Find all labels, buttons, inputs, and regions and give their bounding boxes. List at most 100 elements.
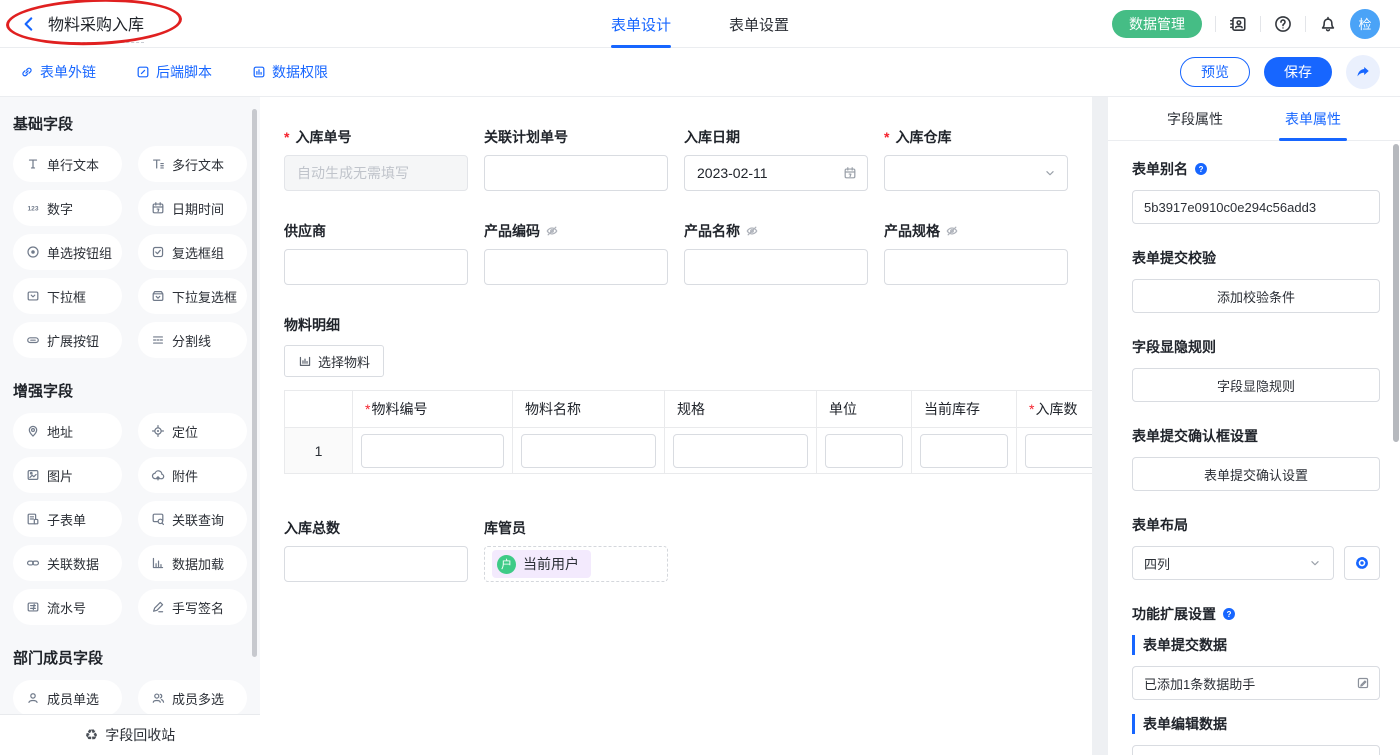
field-item-multi-text[interactable]: 多行文本 xyxy=(138,146,247,182)
save-button[interactable]: 保存 xyxy=(1264,57,1332,87)
tab-field-properties[interactable]: 字段属性 xyxy=(1167,97,1223,141)
cloud-upload-icon xyxy=(151,468,165,482)
current-user-tag[interactable]: 户 当前用户 xyxy=(492,550,591,578)
alias-label: 表单别名 xyxy=(1132,159,1188,179)
serial-number-icon xyxy=(26,600,40,614)
subform-icon xyxy=(26,512,40,526)
recycle-label: 字段回收站 xyxy=(105,725,175,745)
chevron-down-icon[interactable] xyxy=(1043,166,1057,180)
add-validation-button[interactable]: 添加校验条件 xyxy=(1132,279,1380,313)
field-item-lookup[interactable]: 关联查询 xyxy=(138,501,247,537)
submit-confirm-button[interactable]: 表单提交确认设置 xyxy=(1132,457,1380,491)
form-alias-input[interactable] xyxy=(1132,190,1380,224)
field-product-name[interactable]: 产品名称 xyxy=(684,221,868,285)
page-title[interactable]: 物料采购入库 xyxy=(48,11,144,43)
field-item-address[interactable]: 地址 xyxy=(13,413,122,449)
field-warehouse[interactable]: 入库仓库 xyxy=(884,127,1068,191)
field-item-member-multi[interactable]: 成员多选 xyxy=(138,680,247,716)
layout-select[interactable]: 四列 xyxy=(1132,546,1334,580)
warehouse-select[interactable] xyxy=(884,155,1068,191)
data-manage-button[interactable]: 数据管理 xyxy=(1112,10,1202,38)
product-name-input[interactable] xyxy=(684,249,868,285)
bell-icon[interactable] xyxy=(1319,15,1337,33)
field-item-checkbox-group[interactable]: 复选框组 xyxy=(138,234,247,270)
field-item-number[interactable]: 123数字 xyxy=(13,190,122,226)
submit-data-label: 表单提交数据 xyxy=(1132,635,1380,655)
field-item-attachment[interactable]: 附件 xyxy=(138,457,247,493)
inbound-date-input[interactable] xyxy=(684,155,868,191)
supplier-input[interactable] xyxy=(284,249,468,285)
field-item-serial[interactable]: 流水号 xyxy=(13,589,122,625)
tab-form-settings[interactable]: 表单设置 xyxy=(729,0,789,48)
layout-settings-button[interactable] xyxy=(1344,546,1380,580)
stock-cell-input[interactable] xyxy=(920,434,1008,468)
edit-data-label: 表单编辑数据 xyxy=(1132,714,1380,734)
material-no-cell-input[interactable] xyxy=(361,434,504,468)
spec-cell-input[interactable] xyxy=(673,434,808,468)
field-item-subform[interactable]: 子表单 xyxy=(13,501,122,537)
field-item-divider[interactable]: 分割线 xyxy=(138,322,247,358)
field-item-datetime[interactable]: 日期时间 xyxy=(138,190,247,226)
field-recycle-button[interactable]: ♻ 字段回收站 xyxy=(0,714,260,755)
external-link-button[interactable]: 表单外链 xyxy=(20,62,96,82)
visibility-rules-button[interactable]: 字段显隐规则 xyxy=(1132,368,1380,402)
calendar-icon[interactable] xyxy=(843,166,857,180)
field-warehouse-keeper[interactable]: 库管员 户 当前用户 xyxy=(484,518,668,582)
subtable-row: 1 xyxy=(285,428,1093,474)
sidebar-scrollbar[interactable] xyxy=(252,109,257,657)
product-code-input[interactable] xyxy=(484,249,668,285)
tab-form-properties[interactable]: 表单属性 xyxy=(1285,97,1341,141)
edit-icon[interactable] xyxy=(1356,676,1370,690)
field-total-qty[interactable]: 入库总数 xyxy=(284,518,468,582)
select-material-button[interactable]: 选择物料 xyxy=(284,345,384,377)
hidden-eye-icon xyxy=(945,224,959,238)
data-permission-button[interactable]: 数据权限 xyxy=(252,62,328,82)
plan-no-input[interactable] xyxy=(484,155,668,191)
share-button[interactable] xyxy=(1346,55,1380,89)
back-icon[interactable] xyxy=(20,15,38,33)
svg-text:?: ? xyxy=(1227,610,1232,619)
material-name-cell-input[interactable] xyxy=(521,434,656,468)
member-field-box[interactable]: 户 当前用户 xyxy=(484,546,668,582)
add-operation-button[interactable]: 添加操作 xyxy=(1132,745,1380,755)
field-product-code[interactable]: 产品编码 xyxy=(484,221,668,285)
tab-form-design[interactable]: 表单设计 xyxy=(611,0,671,48)
field-supplier[interactable]: 供应商 xyxy=(284,221,468,285)
validate-title: 表单提交校验 xyxy=(1132,248,1380,268)
form-design-canvas: 入库单号 关联计划单号 入库日期 入库仓库 xyxy=(260,97,1092,755)
data-assistant-box[interactable]: 已添加1条数据助手 xyxy=(1132,666,1380,700)
inbound-qty-cell-input[interactable] xyxy=(1025,434,1092,468)
text-icon xyxy=(26,157,40,171)
total-qty-input[interactable] xyxy=(284,546,468,582)
field-item-multiselect[interactable]: 下拉复选框 xyxy=(138,278,247,314)
inbound-no-input[interactable] xyxy=(284,155,468,191)
field-item-member-single[interactable]: 成员单选 xyxy=(13,680,122,716)
contact-book-icon[interactable] xyxy=(1229,15,1247,33)
avatar[interactable]: 检 xyxy=(1350,9,1380,39)
field-item-data-load[interactable]: 数据加载 xyxy=(138,545,247,581)
field-item-radio-group[interactable]: 单选按钮组 xyxy=(13,234,122,270)
help-filled-icon[interactable]: ? xyxy=(1194,162,1208,176)
properties-panel: 字段属性 表单属性 表单别名 ? 表单提交校验 添加校验条件 字段显隐规则 字段… xyxy=(1108,97,1400,755)
field-inbound-date[interactable]: 入库日期 xyxy=(684,127,868,191)
field-item-select[interactable]: 下拉框 xyxy=(13,278,122,314)
field-plan-no[interactable]: 关联计划单号 xyxy=(484,127,668,191)
top-header: 物料采购入库 表单设计 表单设置 数据管理 检 xyxy=(0,0,1400,48)
field-item-single-text[interactable]: 单行文本 xyxy=(13,146,122,182)
field-inbound-no[interactable]: 入库单号 xyxy=(284,127,468,191)
product-spec-input[interactable] xyxy=(884,249,1068,285)
field-product-spec[interactable]: 产品规格 xyxy=(884,221,1068,285)
field-item-linked-data[interactable]: 关联数据 xyxy=(13,545,122,581)
backend-script-button[interactable]: 后端脚本 xyxy=(136,62,212,82)
col-inbound-qty: 入库数 xyxy=(1017,391,1093,428)
help-icon[interactable] xyxy=(1274,15,1292,33)
unit-cell-input[interactable] xyxy=(825,434,903,468)
field-item-location[interactable]: 定位 xyxy=(138,413,247,449)
panel-scrollbar[interactable] xyxy=(1393,144,1399,442)
preview-button[interactable]: 预览 xyxy=(1180,57,1250,87)
help-filled-icon[interactable]: ? xyxy=(1222,607,1236,621)
divider xyxy=(1260,16,1261,32)
field-item-ext-button[interactable]: 扩展按钮 xyxy=(13,322,122,358)
field-item-signature[interactable]: 手写签名 xyxy=(138,589,247,625)
field-item-image[interactable]: 图片 xyxy=(13,457,122,493)
